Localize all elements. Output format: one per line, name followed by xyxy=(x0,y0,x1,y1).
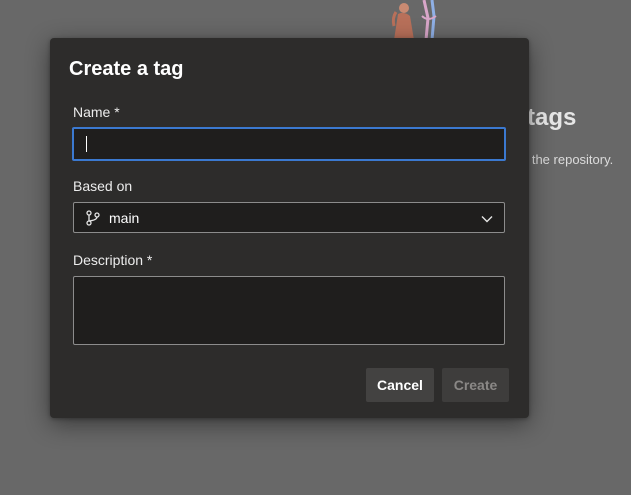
cancel-button[interactable]: Cancel xyxy=(366,368,434,402)
name-label: Name * xyxy=(73,104,120,120)
based-on-label: Based on xyxy=(73,178,133,194)
create-tag-dialog: Create a tag Name * Based on main Descri… xyxy=(50,38,529,418)
name-input[interactable] xyxy=(72,127,506,161)
based-on-value: main xyxy=(109,210,140,226)
based-on-select[interactable]: main xyxy=(73,202,505,233)
branch-icon xyxy=(86,210,100,226)
description-textarea[interactable] xyxy=(73,276,505,345)
people-illustration-icon xyxy=(391,0,437,40)
description-label: Description * xyxy=(73,252,153,268)
chevron-down-icon xyxy=(481,216,493,223)
background-subtext: o the repository. xyxy=(521,152,614,167)
text-caret xyxy=(86,136,87,152)
create-button[interactable]: Create xyxy=(442,368,509,402)
background-heading: tags xyxy=(527,104,577,131)
dialog-title: Create a tag xyxy=(69,58,184,80)
